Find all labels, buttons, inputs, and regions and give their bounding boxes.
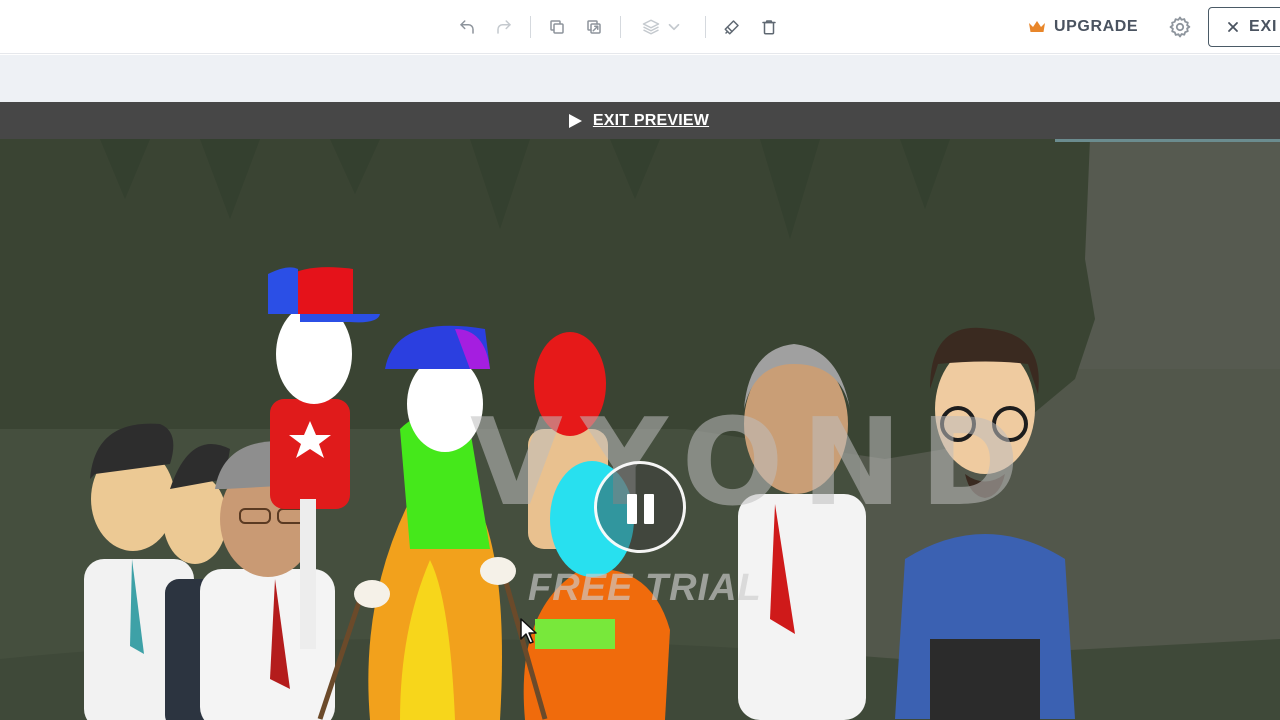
play-icon [568,113,582,128]
gear-icon [1169,16,1191,38]
duplicate-button[interactable] [581,14,607,40]
undo-button[interactable] [454,14,480,40]
exit-button-label: EXI [1249,18,1278,35]
toolbar-divider [620,16,621,38]
brush-button[interactable] [719,14,745,40]
undo-icon [460,20,474,34]
layers-icon [642,19,660,35]
copy-icon [550,20,564,34]
chevron-down-icon [668,23,680,31]
mouse-cursor-icon [520,618,537,644]
close-icon [1228,22,1238,32]
duplicate-icon [587,20,601,34]
exit-preview-link[interactable]: EXIT PREVIEW [567,112,709,130]
trash-icon [762,20,776,35]
brush-icon [724,20,739,35]
pause-button[interactable] [594,461,686,553]
layers-button[interactable] [638,14,664,40]
upgrade-button[interactable]: UPGRADE [1028,15,1138,39]
redo-button[interactable] [491,14,517,40]
video-preview-stage[interactable]: VYOND FREE TRIAL [0,139,1280,720]
editor-toolbar: UPGRADE EXI [0,0,1280,54]
delete-button[interactable] [756,14,782,40]
copy-button[interactable] [544,14,570,40]
animated-scene [0,139,1280,720]
toolbar-divider [530,16,531,38]
toolbar-divider [705,16,706,38]
editor-subbar [0,55,1280,102]
playback-progress-bar [1055,139,1280,142]
settings-button[interactable] [1168,15,1192,39]
exit-preview-label: EXIT PREVIEW [592,111,710,129]
preview-bar: EXIT PREVIEW [0,102,1280,139]
redo-icon [497,20,511,34]
exit-button[interactable]: EXI [1208,7,1280,47]
upgrade-label: UPGRADE [1054,18,1139,35]
layers-dropdown[interactable] [664,14,684,40]
crown-icon [1029,21,1045,32]
